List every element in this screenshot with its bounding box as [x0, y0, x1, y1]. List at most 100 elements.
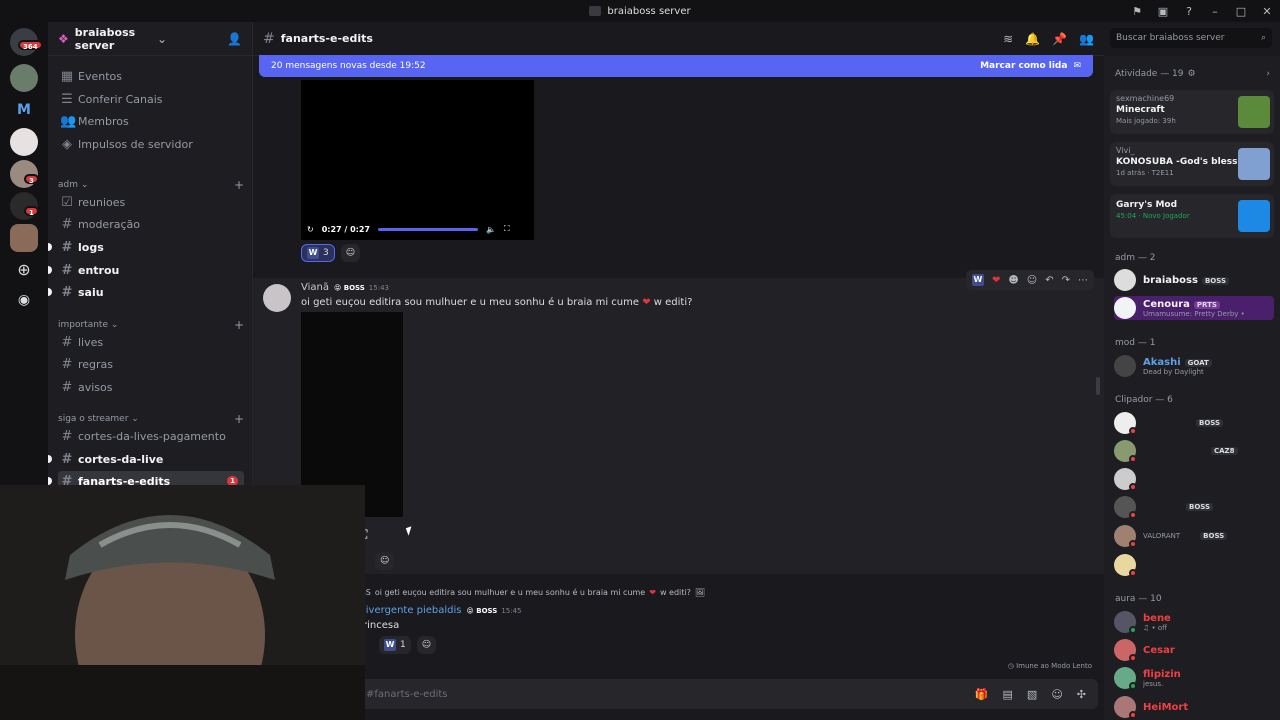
pin-icon[interactable]: 📌: [1052, 32, 1067, 46]
member-name: HeiMort: [1143, 701, 1189, 713]
calendar-icon: ▦: [60, 68, 74, 84]
member-braiaboss[interactable]: braiaboss BOSS: [1114, 268, 1274, 292]
server-icon-m[interactable]: M: [10, 96, 38, 124]
new-messages-bar[interactable]: 20 mensagens novas desde 19:52 Marcar co…: [259, 55, 1093, 77]
server-icon[interactable]: [10, 64, 38, 92]
channel-label: avisos: [78, 380, 113, 394]
channel-entrou[interactable]: # entrou: [48, 260, 244, 280]
search-input[interactable]: Buscar braiaboss server ⌕: [1110, 28, 1272, 48]
channel-saiu[interactable]: # saiu: [48, 282, 244, 302]
channel-moderacao[interactable]: # moderação: [58, 214, 244, 234]
heart-reaction-icon[interactable]: ❤: [992, 275, 1000, 286]
w-emoji-icon[interactable]: W: [971, 274, 984, 286]
add-reaction-button[interactable]: ☺: [416, 636, 437, 654]
avatar[interactable]: [263, 284, 291, 312]
reply-time: 15:45: [501, 606, 522, 615]
chevron-right-icon[interactable]: ›: [1266, 69, 1270, 79]
add-member-icon[interactable]: 👤: [227, 32, 242, 46]
inbox-icon[interactable]: ▣: [1150, 5, 1176, 18]
emoji-icon[interactable]: ☺: [1051, 688, 1062, 701]
bell-icon[interactable]: 🔔: [1025, 32, 1040, 46]
hash-icon: #: [61, 379, 73, 395]
more-icon[interactable]: ⋯: [1078, 275, 1088, 286]
reaction-w[interactable]: W3: [301, 244, 335, 262]
member-flipizin[interactable]: flipizin jesus.: [1114, 666, 1274, 690]
message-author[interactable]: Vianã: [301, 282, 329, 293]
sidebar-item-impulsos[interactable]: ◈ Impulsos de servidor: [58, 134, 244, 154]
reply-reference[interactable]: BOSS oi geti euçou editira sou mulhuer e…: [349, 588, 705, 597]
channel-reunioes[interactable]: ☑ reunioes: [58, 192, 244, 212]
reply-icon[interactable]: ↶: [1045, 275, 1053, 286]
member-row[interactable]: BOSS: [1114, 411, 1274, 435]
sidebar-item-eventos[interactable]: ▦ Eventos: [58, 66, 244, 86]
message-content: oi geti euçou editira sou mulhuer e u me…: [301, 297, 692, 308]
add-reaction-icon[interactable]: ☺: [1027, 275, 1037, 286]
category-siga-o-streamer[interactable]: siga o streamer ⌄ +: [58, 412, 244, 426]
sidebar-item-label: Conferir Canais: [78, 92, 163, 106]
server-icon[interactable]: [10, 128, 38, 156]
volume-icon[interactable]: 🔈: [486, 225, 496, 234]
channel-logs[interactable]: # logs: [48, 237, 244, 257]
add-channel-icon[interactable]: +: [234, 178, 244, 192]
discover-icon[interactable]: ◉: [10, 286, 38, 314]
activity-card[interactable]: sexmachine69 Minecraft Mais jogado: 39h: [1110, 90, 1274, 134]
add-channel-icon[interactable]: +: [234, 318, 244, 332]
member-akashi[interactable]: Akashi GOAT Dead by Daylight: [1114, 354, 1274, 378]
member-row[interactable]: [1114, 467, 1274, 491]
sidebar-item-membros[interactable]: 👥 Membros: [58, 111, 244, 131]
minimize-button[interactable]: –: [1202, 5, 1228, 18]
replay-icon[interactable]: ↻: [307, 225, 314, 234]
reply-author[interactable]: livergente piebaldis: [363, 605, 462, 616]
message-input[interactable]: #fanarts-e-edits 🎁 ▤ ▧ ☺ ✣: [263, 679, 1098, 709]
video-progress-bar[interactable]: [378, 227, 478, 231]
status-dnd: [1129, 455, 1137, 463]
member-list-icon[interactable]: 👥: [1079, 32, 1094, 46]
member-row[interactable]: [1114, 553, 1274, 577]
scrollbar[interactable]: [1096, 377, 1100, 395]
member-cenoura[interactable]: Cenoura PRTS Umamusume: Pretty Derby •: [1114, 296, 1274, 320]
member-heimort[interactable]: HeiMort: [1114, 695, 1274, 719]
forward-icon[interactable]: ↷: [1062, 275, 1070, 286]
add-channel-icon[interactable]: +: [234, 412, 244, 426]
add-reaction-button[interactable]: ☺: [340, 244, 361, 262]
member-status: Umamusume: Pretty Derby •: [1143, 309, 1245, 318]
add-reaction-button[interactable]: ☺: [375, 552, 395, 570]
channel-cortes-da-live[interactable]: # cortes-da-live: [48, 449, 244, 469]
video-attachment[interactable]: [301, 80, 534, 240]
add-server-icon[interactable]: ⊕: [10, 256, 38, 284]
member-bene[interactable]: bene ♫ • off: [1114, 610, 1274, 634]
member-name: Cenoura: [1143, 298, 1190, 310]
channel-regras[interactable]: # regras: [58, 354, 244, 374]
close-button[interactable]: ✕: [1254, 5, 1280, 18]
server-icon[interactable]: [10, 224, 38, 252]
member-cesar[interactable]: Cesar: [1114, 638, 1274, 662]
channel-avisos[interactable]: # avisos: [58, 377, 244, 397]
channel-lives[interactable]: # lives: [58, 332, 244, 352]
reaction-w[interactable]: W1: [379, 636, 411, 654]
mark-read-button[interactable]: Marcar como lida: [980, 61, 1067, 71]
webcam-image: [0, 485, 365, 720]
member-row[interactable]: CAZ8: [1114, 439, 1274, 463]
flag-icon[interactable]: ⚑: [1124, 5, 1150, 18]
gift-icon[interactable]: 🎁: [975, 688, 989, 701]
threads-icon[interactable]: ≋: [1003, 32, 1013, 46]
category-importante[interactable]: importante ⌄ +: [58, 318, 244, 332]
member-row[interactable]: BOSS: [1114, 495, 1274, 519]
member-tag: BOSS: [1196, 419, 1224, 427]
category-adm[interactable]: adm ⌄ +: [58, 178, 244, 192]
activity-card[interactable]: Garry's Mod 45:04 · Novo Jogador: [1110, 194, 1274, 238]
maximize-button[interactable]: □: [1228, 5, 1254, 18]
channel-label: cortes-da-live: [78, 452, 164, 466]
member-row[interactable]: VALORANT BOSS: [1114, 524, 1274, 548]
emoji-icon[interactable]: ☻: [1008, 275, 1018, 286]
gif-icon[interactable]: ▤: [1003, 688, 1013, 701]
apps-icon[interactable]: ✣: [1077, 688, 1086, 701]
channel-cortes-da-lives-pagamento[interactable]: # cortes-da-lives-pagamento: [58, 426, 244, 446]
sidebar-item-conferir-canais[interactable]: ☰ Conferir Canais: [58, 89, 244, 109]
server-header[interactable]: ❖ braiaboss server ⌄ 👤: [48, 22, 252, 56]
status-dnd: [1129, 569, 1137, 577]
help-icon[interactable]: ?: [1176, 5, 1202, 18]
activity-card[interactable]: Vivi_ KONOSUBA -God's blessin... 1d atrá…: [1110, 142, 1274, 186]
fullscreen-icon[interactable]: ⛶: [504, 224, 510, 234]
sticker-icon[interactable]: ▧: [1027, 688, 1037, 701]
